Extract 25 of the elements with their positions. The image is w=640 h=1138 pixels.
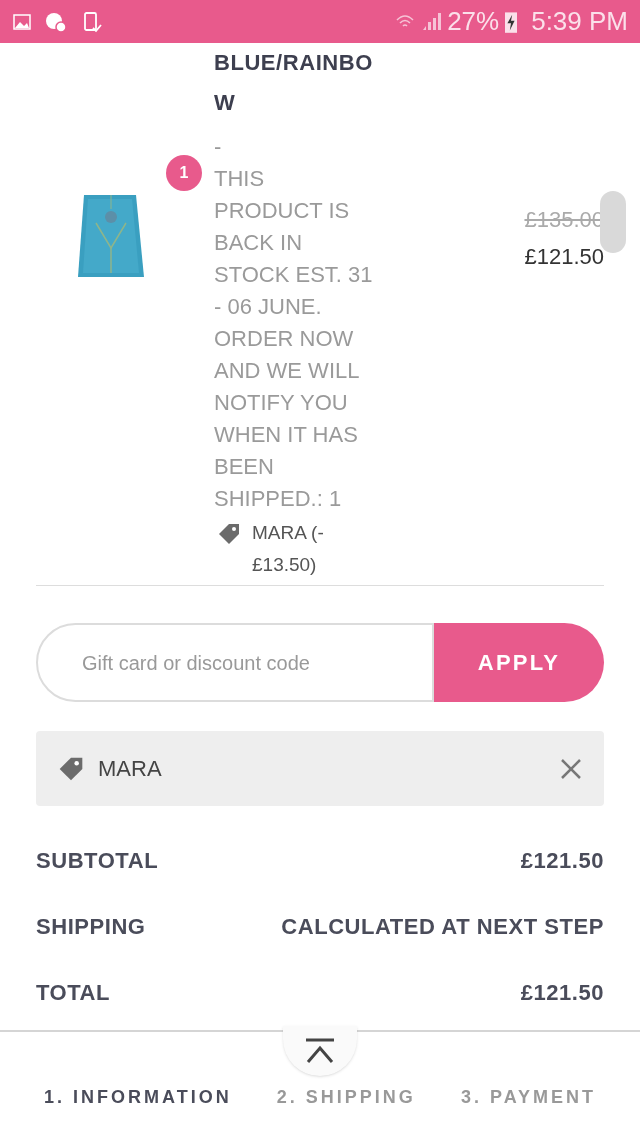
summary-label: SHIPPING [36, 912, 146, 941]
summary-label: TOTAL [36, 978, 111, 1007]
battery-charging-icon [503, 9, 520, 34]
summary-value: £121.50 [520, 978, 604, 1007]
summary-value: £121.50 [520, 846, 604, 875]
image-icon [12, 11, 32, 32]
close-icon [559, 756, 583, 781]
scroll-to-top-button[interactable] [283, 1026, 357, 1076]
sale-price: £121.50 [524, 243, 604, 271]
apply-button[interactable]: APPLY [434, 623, 604, 702]
discount-code-field[interactable]: Gift card or discount code [36, 623, 434, 702]
stock-note: THIS PRODUCT IS BACK IN STOCK EST. 31 - 06 JUNE. ORDER NOW AND WE WILL NOTIFY YOU WHEN IT HAS BEEN SHIPPED.: 1 [214, 165, 374, 513]
dash-text: - [214, 133, 223, 161]
discount-text: MARA (-£13.50) [252, 521, 325, 577]
applied-code: MARA [98, 755, 163, 783]
summary-label: SUBTOTAL [36, 846, 159, 875]
quantity-badge: 1 [166, 155, 202, 191]
checkout-step[interactable]: 3. PAYMENT [460, 1084, 596, 1111]
product-title: BLUE/RAINBOW [214, 49, 374, 117]
checkout-step[interactable]: 2. SHIPPING [276, 1084, 416, 1111]
checkout-step[interactable]: 1. INFORMATION [44, 1084, 232, 1111]
clock: 5:39 PM [531, 5, 628, 38]
battery-percent: 27% [447, 5, 500, 38]
summary-value: CALCULATED AT NEXT STEP [281, 912, 604, 941]
scroll-top-icon [304, 1038, 336, 1064]
